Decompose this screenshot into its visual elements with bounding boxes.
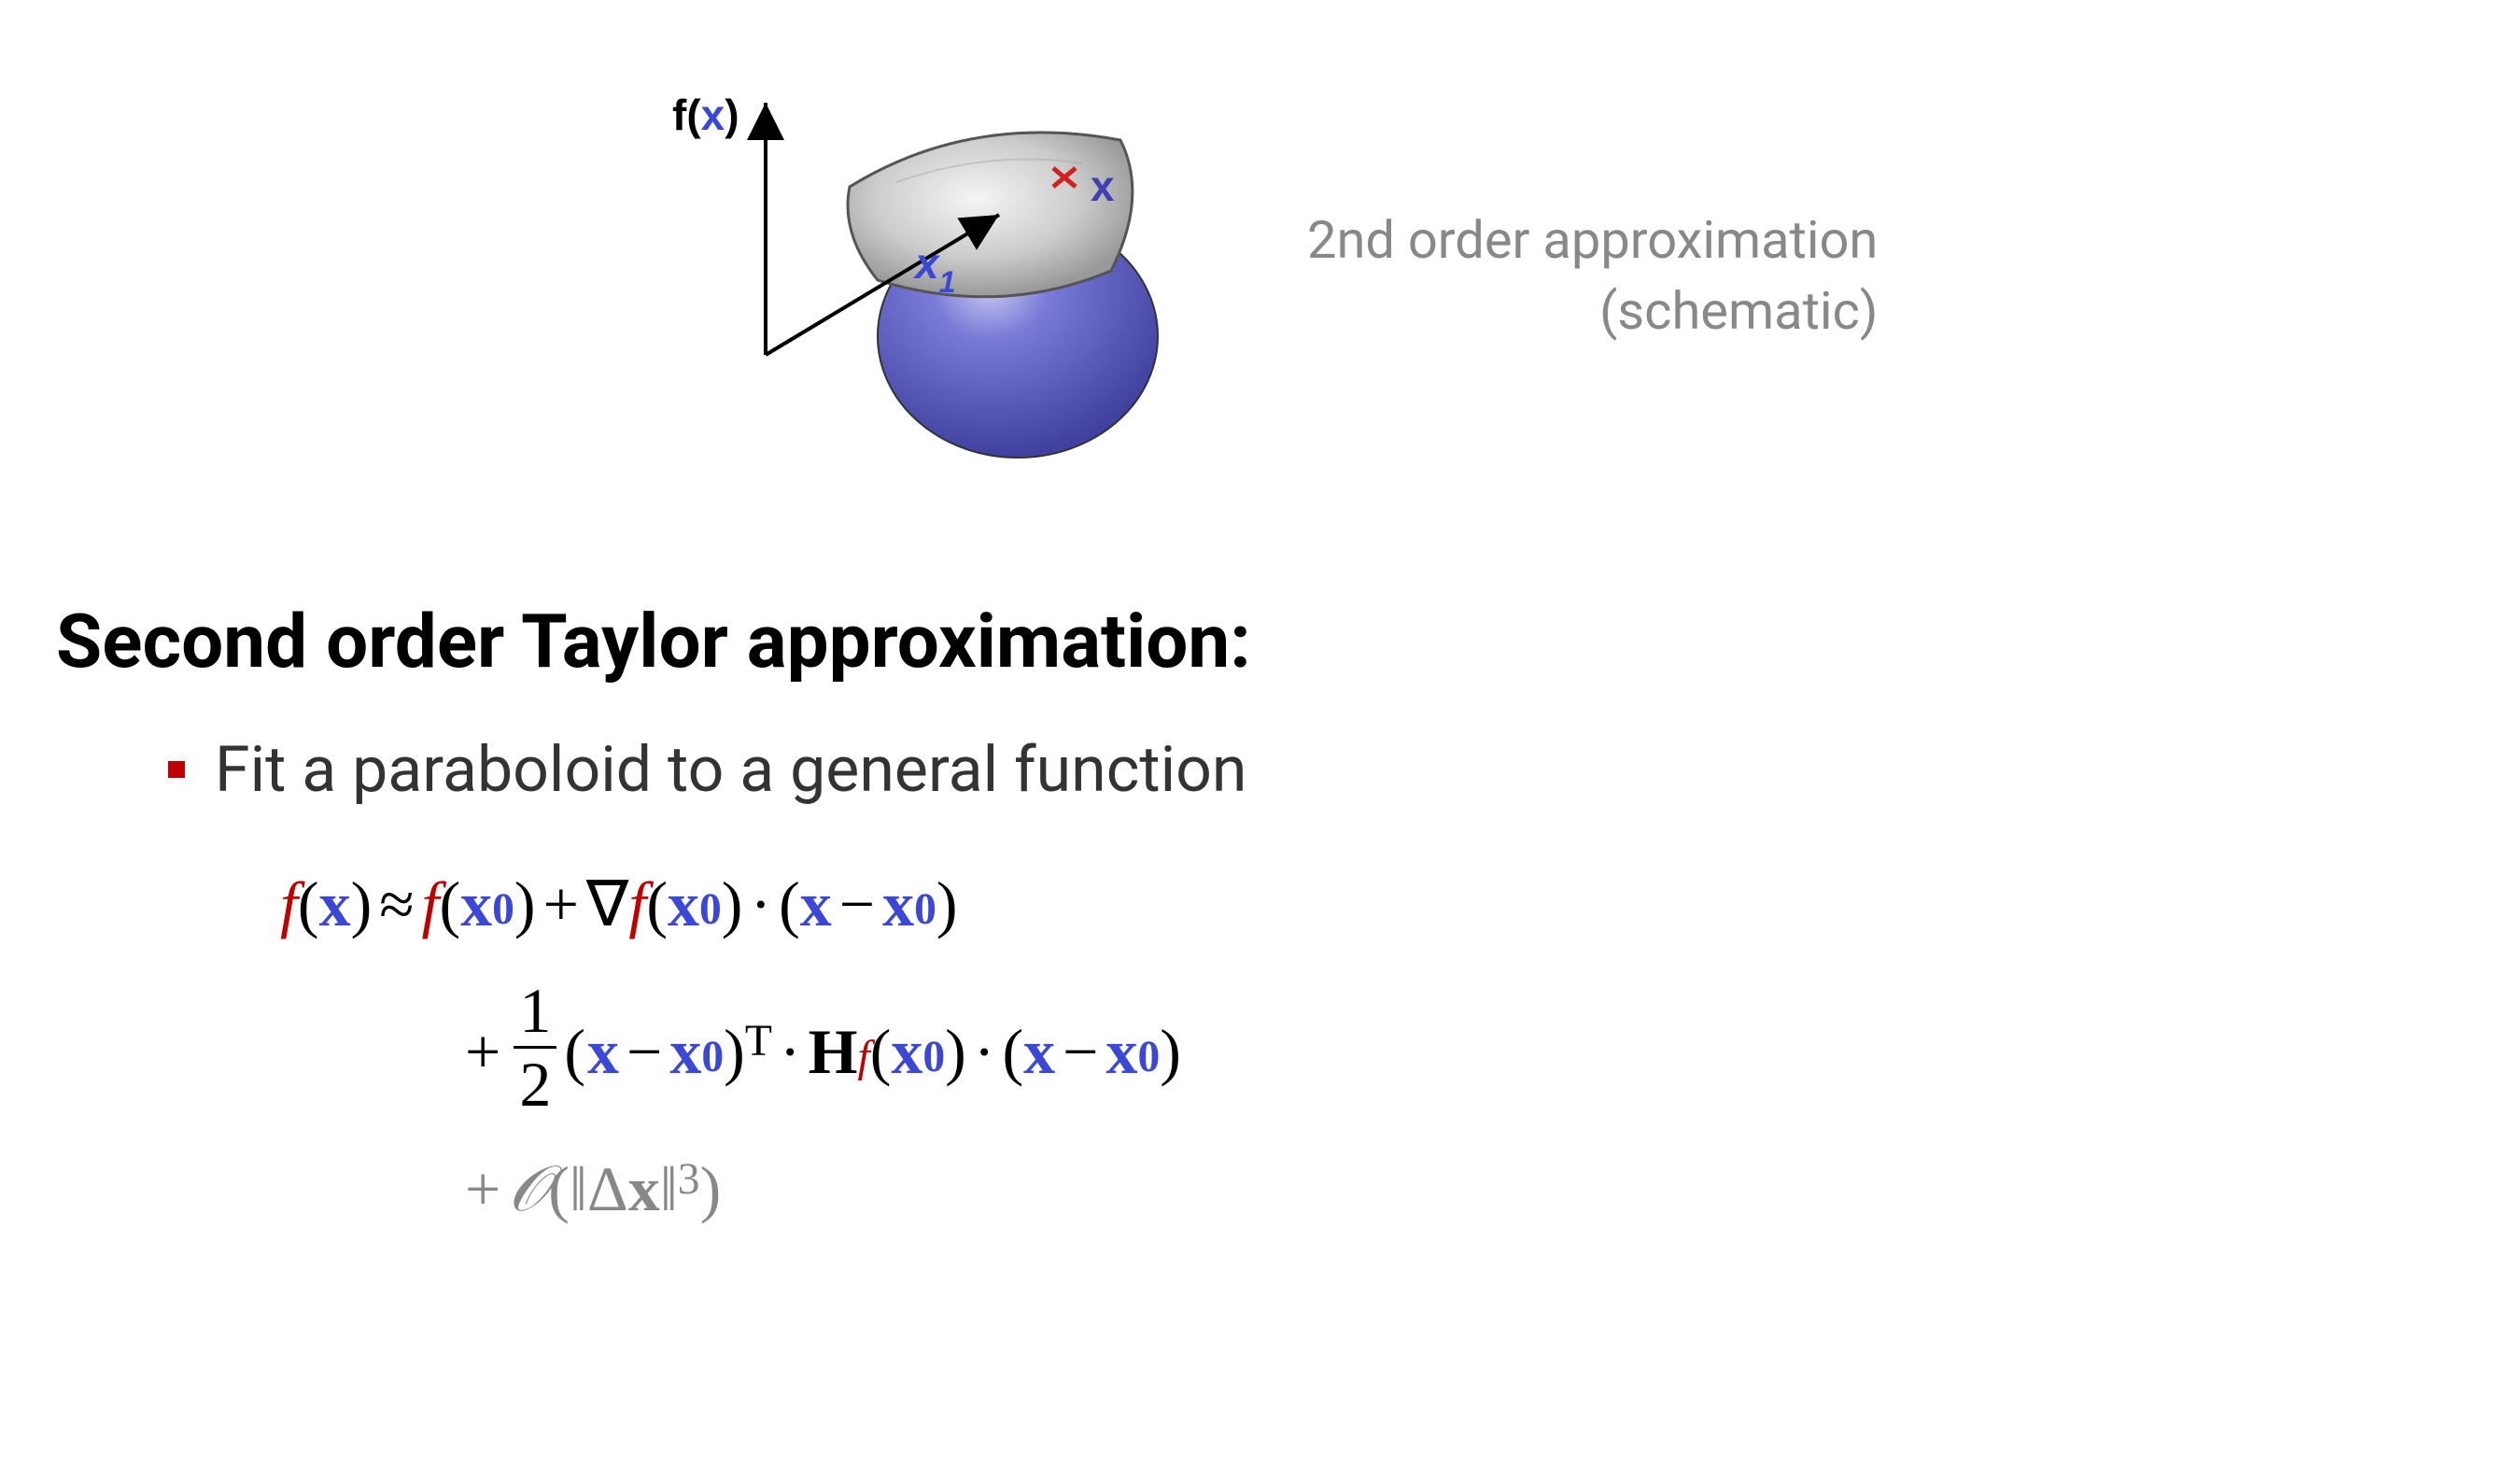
eq-approx: ≈ [379,863,414,945]
eq-sup3: 3 [678,1151,700,1209]
eq-Hf: f [857,1029,869,1087]
eq-line-1: f ( x ) ≈ f ( x0 ) + ∇ f ( x0 ) · ( x − … [280,863,2464,945]
eq-sub0e: 0 [922,1029,945,1087]
schematic-figure: f(x) x1 x [710,75,1195,486]
eq-x0f: x [1105,1010,1137,1093]
eq-sub0: 0 [492,882,514,939]
eq-sub0d: 0 [701,1029,724,1087]
bullet-square-icon [168,761,185,778]
eq-dot1: · [750,863,771,945]
eq-delta: Δ [587,1148,628,1230]
eq-x0c: x [882,863,914,945]
eq-f3: f [628,863,646,945]
axis-label-f: f( [672,91,701,139]
eq-rp4: ) [936,863,958,945]
eq-minus1: − [839,863,875,945]
bullet-text: Fit a paraboloid to a general function [215,732,1246,807]
eq-rp7: ) [1160,1010,1181,1093]
eq-half-fraction: 1 2 [514,979,556,1116]
eq-line-2: + 1 2 ( x − x0 )T · Hf ( x0 ) · ( x − x0… [458,982,2464,1120]
eq-rp3: ) [722,863,743,945]
eq-lp4: ( [779,863,800,945]
eq-minus3: − [1063,1010,1098,1093]
eq-xd: x [800,863,832,945]
caption-line1: 2nd order approximation [1307,205,1878,276]
eq-frac-den: 2 [514,1049,556,1116]
x2-label: x [1091,162,1115,210]
eq-lp8: ( [548,1148,570,1230]
axis-label-x: x [701,91,725,139]
eq-xf: x [1023,1010,1055,1093]
axis-label-close: ) [725,91,739,139]
eq-frac-num: 1 [514,979,556,1049]
x-point-label: x [1091,161,1115,211]
eq-supT: T [745,1013,772,1071]
eq-dot3: · [974,1010,995,1093]
eq-bigO: 𝒪 [508,1148,548,1230]
eq-sub0b: 0 [699,882,722,939]
top-section: f(x) x1 x 2nd order approximation (schem… [710,75,2464,486]
eq-nabla: ∇ [586,863,629,945]
eq-sub0f: 0 [1137,1029,1160,1087]
eq-rp8: ) [700,1148,722,1230]
x1-axis-label: x1 [915,238,956,295]
eq-f2: f [422,863,440,945]
taylor-equation: f ( x ) ≈ f ( x0 ) + ∇ f ( x0 ) · ( x − … [280,863,2464,1231]
eq-plus1: + [543,863,579,945]
y-axis-label: f(x) [672,90,739,140]
eq-rp2: ) [514,863,536,945]
main-heading: Second order Taylor approximation: [56,598,2464,685]
eq-x: x [319,863,351,945]
eq-ldbar1: ‖ [570,1148,587,1230]
eq-lp5: ( [564,1010,585,1093]
eq-rp5: ) [724,1010,745,1093]
eq-lp: ( [298,863,319,945]
eq-dot2: · [780,1010,801,1093]
schematic-caption: 2nd order approximation (schematic) [1307,205,1878,346]
eq-sub0c: 0 [914,882,936,939]
eq-xe: x [587,1010,619,1093]
eq-H: H [809,1010,858,1093]
eq-ldbar2: ‖ [660,1148,678,1230]
eq-x0e: x [891,1010,922,1093]
eq-plus2: + [465,1010,500,1093]
eq-rp6: ) [945,1010,966,1093]
eq-x0d: x [669,1010,701,1093]
eq-f: f [280,863,298,945]
eq-x0b: x [668,863,699,945]
eq-line-3: + 𝒪 ( ‖ Δ x ‖3 ) [458,1148,2464,1230]
eq-minus2: − [626,1010,662,1093]
x1-label-sub: 1 [939,265,956,299]
x1-label-x: x [915,239,939,288]
caption-line2: (schematic) [1307,276,1878,347]
eq-x0: x [460,863,492,945]
eq-rp: ) [351,863,373,945]
eq-lp2: ( [439,863,460,945]
eq-plus3: + [465,1148,500,1230]
eq-xg: x [628,1148,660,1230]
eq-lp3: ( [646,863,668,945]
eq-lp6: ( [870,1010,892,1093]
bullet-item: Fit a paraboloid to a general function [168,732,2464,807]
eq-lp7: ( [1002,1010,1023,1093]
